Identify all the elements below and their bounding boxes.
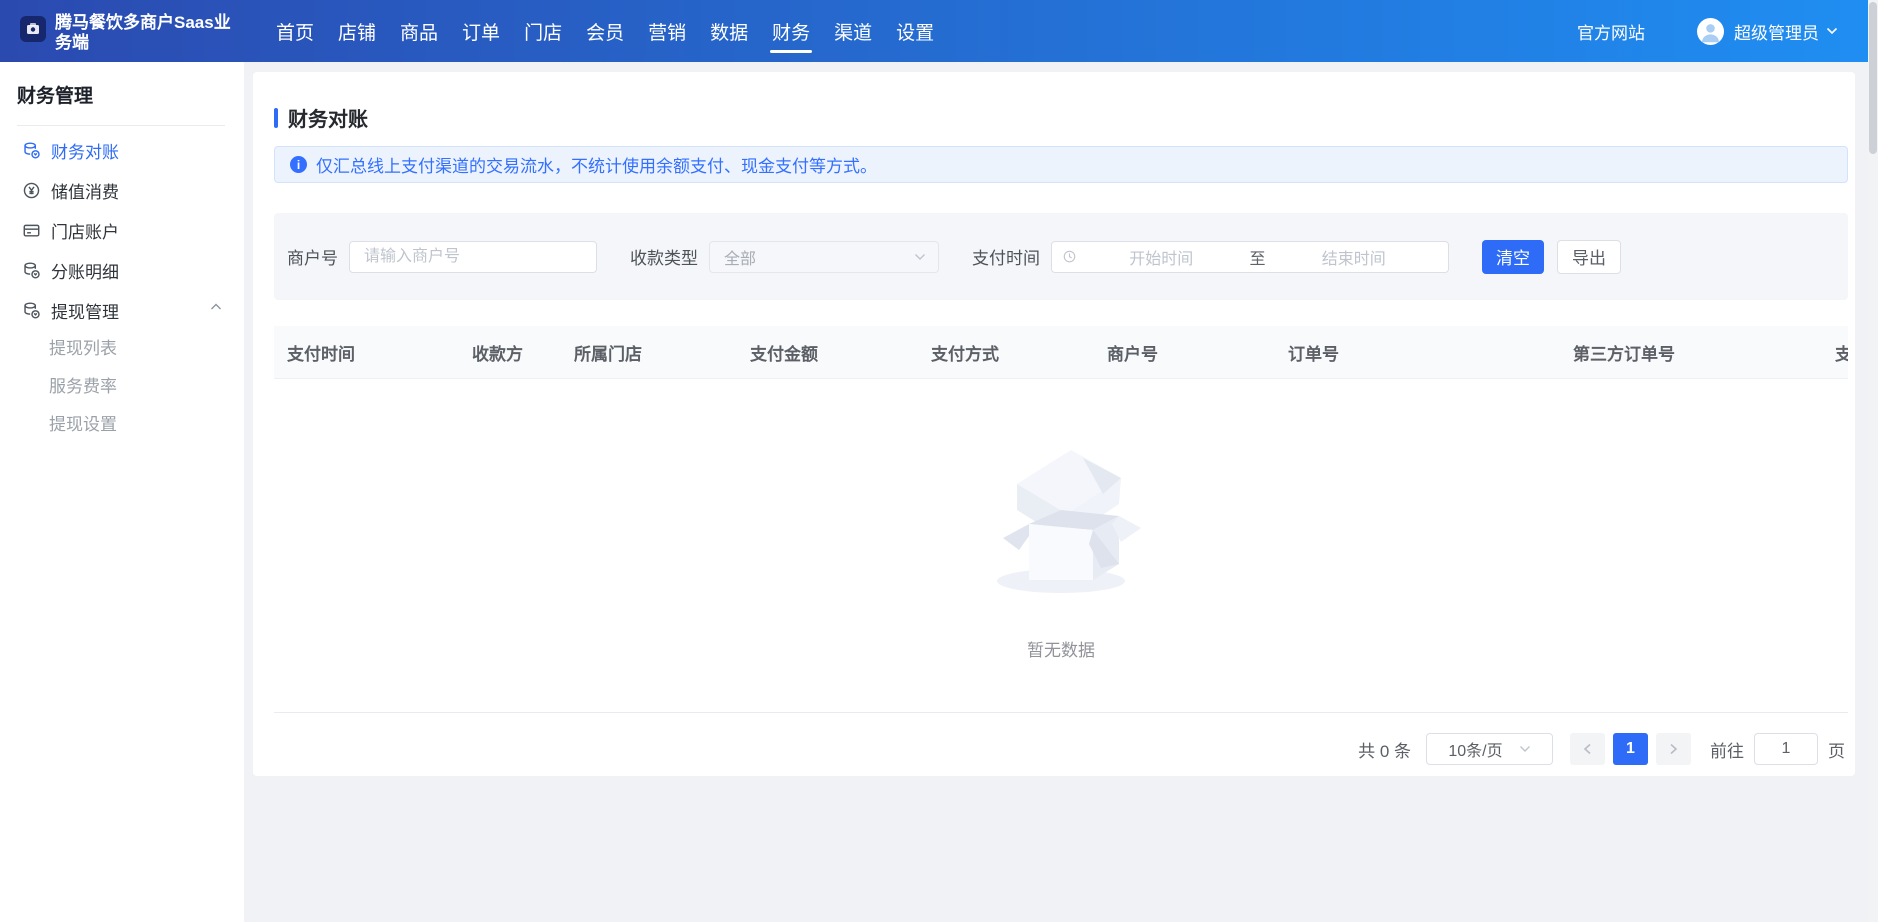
user-icon — [1697, 18, 1724, 45]
nav-item-shop[interactable]: 店铺 — [326, 0, 388, 62]
alert-text: 仅汇总线上支付渠道的交易流水，不统计使用余额支付、现金支付等方式。 — [316, 152, 877, 177]
nav-item-data[interactable]: 数据 — [698, 0, 760, 62]
page-title-row: 财务对账 — [274, 103, 1848, 132]
sidebar-item-label: 储值消费 — [51, 178, 119, 203]
chevron-up-icon[interactable] — [210, 303, 222, 311]
reconciliation-table: 支付时间 收款方 所属门店 支付金额 支付方式 商户号 订单号 第三方订单号 支… — [274, 326, 1848, 713]
app-logo: 腾马餐饮多商户Saas业务端 — [20, 10, 250, 53]
goto-page-input[interactable] — [1754, 733, 1818, 765]
nav-item-channels[interactable]: 渠道 — [822, 0, 884, 62]
chevron-down-icon[interactable] — [1826, 27, 1838, 35]
sidebar-item-split-details[interactable]: 分账明细 — [0, 250, 244, 290]
coins-icon — [21, 260, 41, 280]
col-store: 所属门店 — [561, 340, 737, 365]
start-time-placeholder[interactable]: 开始时间 — [1077, 245, 1246, 269]
goto-label: 前往 — [1710, 737, 1744, 762]
logo-icon — [20, 16, 46, 42]
nav-item-goods[interactable]: 商品 — [388, 0, 450, 62]
prev-page-button[interactable] — [1570, 733, 1605, 765]
col-pay-time: 支付时间 — [274, 340, 459, 365]
title-accent-bar — [274, 108, 278, 128]
pager: 1 — [1570, 733, 1691, 765]
sidebar-item-stored-value[interactable]: 储值消费 — [0, 170, 244, 210]
merchant-id-label: 商户号 — [287, 244, 338, 269]
table-header-row: 支付时间 收款方 所属门店 支付金额 支付方式 商户号 订单号 第三方订单号 支… — [274, 326, 1848, 379]
filter-bar: 商户号 收款类型 全部 支付时间 开始时间 至 结束时间 清空 导出 — [274, 213, 1848, 300]
withdraw-submenu: 提现列表 服务费率 提现设置 — [0, 330, 244, 444]
sidebar-item-finance-reconciliation[interactable]: 财务对账 — [0, 130, 244, 170]
top-nav: 首页 店铺 商品 订单 门店 会员 营销 数据 财务 渠道 设置 — [264, 0, 946, 62]
clock-icon — [1062, 249, 1077, 264]
nav-item-orders[interactable]: 订单 — [450, 0, 512, 62]
col-payee: 收款方 — [459, 340, 561, 365]
sidebar-item-label: 提现管理 — [51, 298, 119, 323]
page-number-button[interactable]: 1 — [1613, 733, 1648, 765]
chevron-down-icon — [914, 253, 926, 261]
nav-item-home[interactable]: 首页 — [264, 0, 326, 62]
col-merchant-id: 商户号 — [1094, 340, 1275, 365]
header-right: 官方网站 超级管理员 — [1577, 18, 1838, 45]
sidebar-item-service-rate[interactable]: 服务费率 — [49, 368, 162, 406]
sidebar-item-label: 分账明细 — [51, 258, 119, 283]
col-amount: 支付金额 — [737, 340, 918, 365]
pay-type-label: 收款类型 — [630, 244, 698, 269]
range-separator: 至 — [1246, 245, 1270, 269]
sidebar-item-label: 财务对账 — [51, 138, 119, 163]
nav-item-settings[interactable]: 设置 — [884, 0, 946, 62]
sidebar: 财务管理 财务对账 储值消费 门店账户 分账明细 提现管理 提现 — [0, 62, 244, 922]
col-pay-status: 支付状态 — [1822, 340, 1848, 365]
coins-icon — [21, 140, 41, 160]
info-icon: i — [290, 156, 307, 173]
col-pay-method: 支付方式 — [918, 340, 1094, 365]
col-third-party-order-id: 第三方订单号 — [1560, 340, 1822, 365]
nav-item-finance[interactable]: 财务 — [760, 0, 822, 62]
empty-state: 暂无数据 — [274, 379, 1848, 712]
sidebar-item-store-account[interactable]: 门店账户 — [0, 210, 244, 250]
sidebar-item-label: 门店账户 — [51, 218, 119, 243]
sidebar-title: 财务管理 — [17, 81, 244, 108]
sidebar-item-withdraw-settings[interactable]: 提现设置 — [49, 406, 162, 444]
avatar[interactable] — [1697, 18, 1724, 45]
official-site-link[interactable]: 官方网站 — [1577, 19, 1645, 44]
app-title: 腾马餐饮多商户Saas业务端 — [55, 13, 247, 53]
divider — [17, 125, 225, 126]
nav-item-stores[interactable]: 门店 — [512, 0, 574, 62]
next-page-button[interactable] — [1656, 733, 1691, 765]
current-user-name[interactable]: 超级管理员 — [1734, 19, 1819, 44]
scrollbar-thumb[interactable] — [1869, 2, 1877, 154]
pay-type-value: 全部 — [724, 245, 914, 269]
chevron-right-icon — [1669, 743, 1678, 755]
page-size-value: 10条/页 — [1448, 737, 1502, 761]
chevron-down-icon — [1519, 745, 1531, 753]
empty-text: 暂无数据 — [1027, 636, 1095, 661]
merchant-id-input[interactable] — [349, 241, 597, 273]
sidebar-item-withdraw-management[interactable]: 提现管理 — [0, 290, 244, 330]
pay-time-label: 支付时间 — [972, 244, 1040, 269]
end-time-placeholder[interactable]: 结束时间 — [1270, 245, 1439, 269]
app-header: 腾马餐饮多商户Saas业务端 首页 店铺 商品 订单 门店 会员 营销 数据 财… — [0, 0, 1878, 62]
export-button[interactable]: 导出 — [1557, 240, 1621, 274]
page-size-select[interactable]: 10条/页 — [1426, 733, 1553, 765]
main-content: 财务对账 i 仅汇总线上支付渠道的交易流水，不统计使用余额支付、现金支付等方式。… — [244, 62, 1878, 922]
nav-item-marketing[interactable]: 营销 — [636, 0, 698, 62]
yen-circle-icon — [21, 180, 41, 200]
empty-box-illustration — [979, 432, 1143, 598]
total-count: 共 0 条 — [1358, 737, 1411, 762]
coins-icon — [21, 300, 41, 320]
clear-button[interactable]: 清空 — [1482, 240, 1544, 274]
sidebar-item-withdraw-list[interactable]: 提现列表 — [49, 330, 162, 368]
scrollbar-track[interactable] — [1868, 0, 1878, 922]
info-alert: i 仅汇总线上支付渠道的交易流水，不统计使用余额支付、现金支付等方式。 — [274, 146, 1848, 183]
page-title: 财务对账 — [288, 103, 368, 132]
pay-type-select[interactable]: 全部 — [709, 241, 939, 273]
card-icon — [21, 220, 41, 240]
col-order-id: 订单号 — [1275, 340, 1560, 365]
chevron-left-icon — [1583, 743, 1592, 755]
page-unit-label: 页 — [1828, 737, 1845, 762]
pay-time-range-picker[interactable]: 开始时间 至 结束时间 — [1051, 241, 1449, 273]
nav-item-members[interactable]: 会员 — [574, 0, 636, 62]
pagination: 共 0 条 10条/页 1 前往 页 — [253, 713, 1855, 776]
content-card: 财务对账 i 仅汇总线上支付渠道的交易流水，不统计使用余额支付、现金支付等方式。… — [253, 72, 1855, 776]
